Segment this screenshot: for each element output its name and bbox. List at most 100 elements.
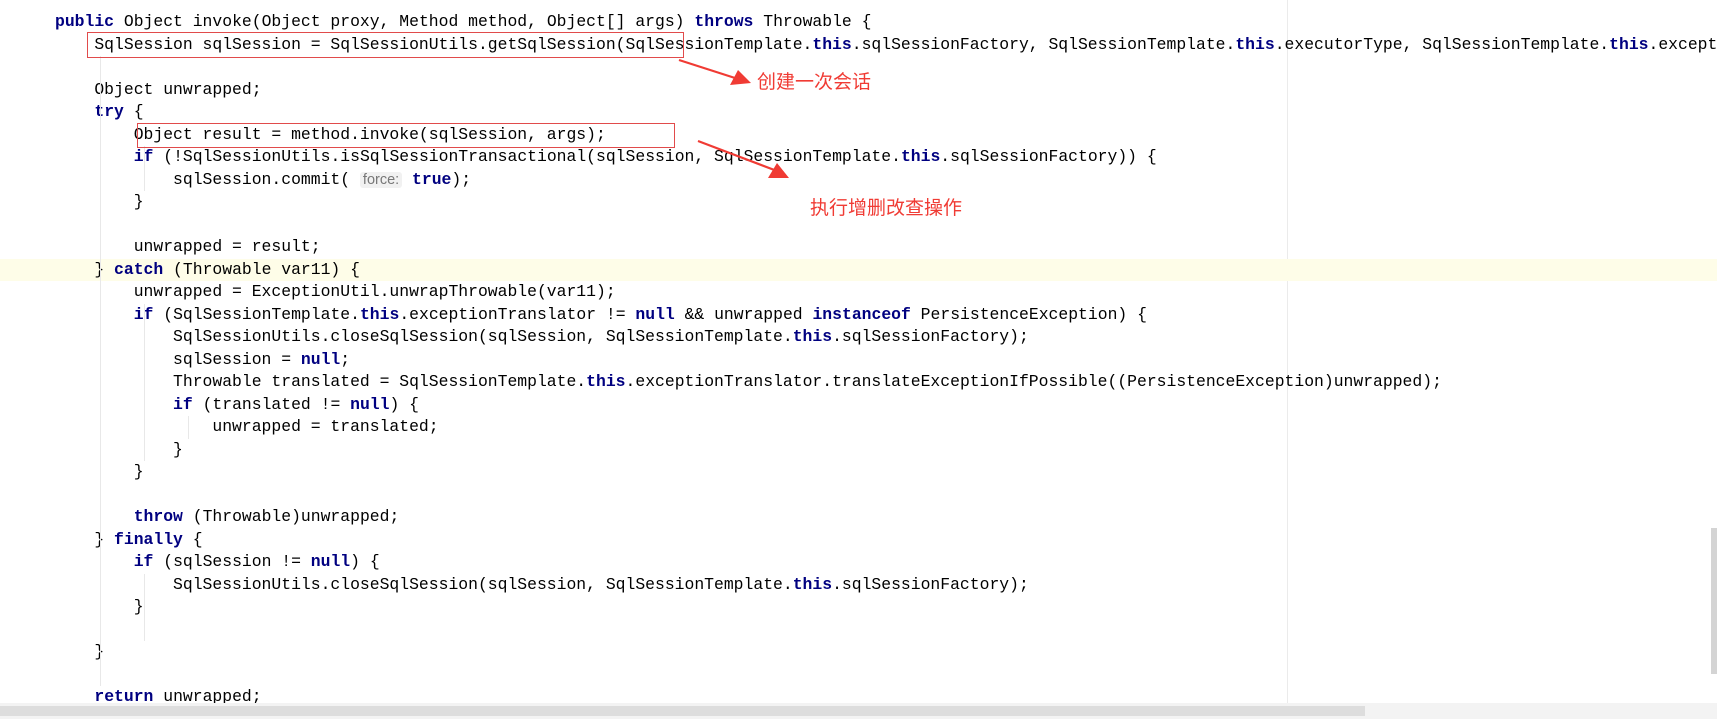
code-token: (sqlSession != (153, 552, 311, 571)
code-token: { (123, 102, 144, 121)
keyword-token: catch (114, 259, 164, 279)
code-token: PersistenceException) { (910, 304, 1147, 324)
highlight-box-getsqlsession (87, 32, 684, 58)
horizontal-scrollbar[interactable] (0, 703, 1717, 719)
code-text: SqlSessionUtils.closeSqlSession(sqlSessi… (55, 574, 1029, 596)
keyword-token: instanceof (812, 304, 911, 324)
code-token: } (55, 529, 115, 549)
code-text: unwrapped = result; (55, 236, 321, 258)
code-token: } (55, 439, 183, 459)
code-token: Throwable translated = SqlSessionTemplat… (55, 372, 587, 391)
code-token: && unwrapped (674, 304, 813, 324)
code-text: Object unwrapped; (55, 79, 261, 101)
code-text: if (sqlSession != null) { (55, 551, 380, 573)
code-token: } (55, 642, 105, 661)
keyword-token: if (173, 394, 193, 414)
indent-guide (100, 56, 101, 686)
code-line[interactable]: throw (Throwable)unwrapped; (0, 506, 1717, 528)
code-editor[interactable]: public Object invoke(Object proxy, Metho… (0, 0, 1717, 719)
code-token: .sqlSessionFactory, SqlSessionTemplate. (851, 34, 1236, 54)
indent-guide (144, 146, 145, 191)
code-line[interactable]: if (translated != null) { (0, 394, 1717, 416)
code-token: sqlSession = (55, 349, 301, 369)
vertical-scrollbar-thumb[interactable] (1711, 528, 1717, 674)
code-token: .exceptionTranslator); (1648, 34, 1717, 54)
keyword-token: this (900, 147, 941, 166)
code-token: .exceptionTranslator.translateExceptionI… (625, 372, 1442, 391)
code-line[interactable]: SqlSessionUtils.closeSqlSession(sqlSessi… (0, 574, 1717, 596)
code-line[interactable]: SqlSessionUtils.closeSqlSession(sqlSessi… (0, 326, 1717, 348)
parameter-hint: force: (359, 171, 403, 188)
code-token: (SqlSessionTemplate. (153, 304, 360, 324)
keyword-token: null (635, 304, 675, 324)
keyword-token: null (300, 349, 341, 369)
code-token: ); (451, 169, 472, 189)
code-text: if (translated != null) { (55, 394, 419, 416)
code-text: unwrapped = translated; (55, 416, 438, 438)
code-line[interactable]: sqlSession = null; (0, 349, 1717, 371)
code-line[interactable]: } (0, 461, 1717, 483)
keyword-token: this (359, 304, 400, 324)
code-line[interactable]: } catch (Throwable var11) { (0, 258, 1717, 281)
code-line[interactable]: if (SqlSessionTemplate.this.exceptionTra… (0, 304, 1717, 326)
code-line[interactable]: unwrapped = result; (0, 236, 1717, 258)
keyword-token: this (1235, 34, 1275, 54)
keyword-token: true (412, 169, 452, 189)
code-line[interactable] (0, 484, 1717, 506)
keyword-token: this (792, 327, 833, 346)
code-text: } (55, 439, 183, 461)
keyword-token: if (133, 552, 154, 571)
keyword-token: throws (694, 12, 754, 31)
indent-guide (188, 416, 189, 439)
code-token: Object invoke(Object proxy, Method metho… (114, 12, 695, 31)
code-token: (translated != (192, 394, 351, 414)
code-line[interactable]: } finally { (0, 529, 1717, 551)
code-line[interactable]: try { (0, 101, 1717, 123)
code-line[interactable]: sqlSession.commit( force: true); (0, 169, 1717, 191)
annotation-execute-crud: 执行增删改查操作 (810, 197, 963, 219)
code-line[interactable]: if (sqlSession != null) { (0, 551, 1717, 573)
horizontal-scrollbar-thumb[interactable] (0, 706, 1365, 716)
code-line[interactable] (0, 619, 1717, 641)
code-line[interactable]: public Object invoke(Object proxy, Metho… (0, 11, 1717, 33)
code-line[interactable]: Throwable translated = SqlSessionTemplat… (0, 371, 1717, 393)
code-token: (!SqlSessionUtils.isSqlSessionTransactio… (153, 147, 901, 166)
code-token: ) { (350, 552, 380, 571)
code-token: .executorType, SqlSessionTemplate. (1274, 34, 1610, 54)
code-line[interactable]: } (0, 439, 1717, 461)
code-text: if (!SqlSessionUtils.isSqlSessionTransac… (55, 146, 1157, 168)
code-token: SqlSessionUtils.closeSqlSession(sqlSessi… (55, 327, 793, 346)
keyword-token: this (792, 574, 833, 594)
code-line[interactable]: } (0, 641, 1717, 663)
keyword-token: throw (133, 507, 183, 526)
code-line[interactable]: unwrapped = translated; (0, 416, 1717, 438)
code-text: Throwable translated = SqlSessionTemplat… (55, 371, 1442, 393)
keyword-token: finally (114, 529, 183, 549)
code-token: unwrapped = ExceptionUtil.unwrapThrowabl… (55, 282, 616, 301)
code-token: ; (340, 349, 351, 369)
code-text: SqlSessionUtils.closeSqlSession(sqlSessi… (55, 326, 1029, 348)
code-token: Throwable { (753, 12, 872, 31)
code-line[interactable] (0, 664, 1717, 686)
code-token: SqlSessionUtils.closeSqlSession(sqlSessi… (55, 574, 793, 594)
code-token: .sqlSessionFactory); (832, 327, 1029, 346)
code-line[interactable]: if (!SqlSessionUtils.isSqlSessionTransac… (0, 146, 1717, 168)
code-text: if (SqlSessionTemplate.this.exceptionTra… (55, 304, 1147, 326)
keyword-token: try (94, 102, 124, 121)
code-line[interactable]: } (0, 596, 1717, 618)
keyword-token: this (586, 372, 626, 391)
annotation-create-session: 创建一次会话 (757, 71, 872, 93)
code-token: ) { (389, 394, 419, 414)
code-token: { (182, 529, 203, 549)
keyword-token: null (350, 394, 390, 414)
code-text: sqlSession.commit( force: true); (55, 169, 471, 191)
code-text: throw (Throwable)unwrapped; (55, 506, 400, 528)
code-line[interactable]: unwrapped = ExceptionUtil.unwrapThrowabl… (0, 281, 1717, 303)
code-text: unwrapped = ExceptionUtil.unwrapThrowabl… (55, 281, 616, 303)
